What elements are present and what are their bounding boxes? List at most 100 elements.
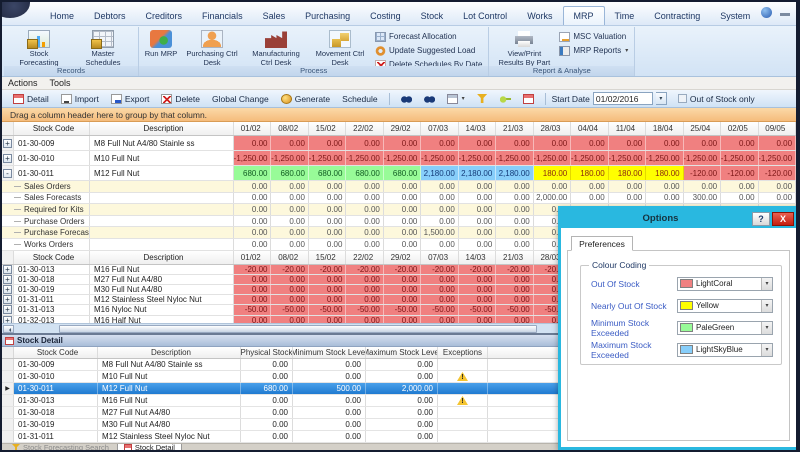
forecast-row[interactable]: +01-30-009M8 Full Nut A4/80 Stainle ss0.…	[2, 136, 796, 151]
bottom-tab-stock-forecasting-search[interactable]: Stock Forecasting Search	[6, 444, 115, 451]
filter-button[interactable]	[472, 93, 493, 105]
tab-time[interactable]: Time	[605, 7, 645, 25]
options-dialog-titlebar[interactable]: Options ? X	[561, 209, 796, 228]
stock-forecasting-button[interactable]: Stock Forecasting	[7, 28, 71, 68]
menu-tools[interactable]: Tools	[50, 78, 71, 88]
purchasing-ctrl-desk-button[interactable]: Purchasing Ctrl Desk	[180, 28, 244, 68]
movement-ctrl-desk-button[interactable]: Movement Ctrl Desk	[308, 28, 372, 68]
column-header-date[interactable]: 14/03	[459, 122, 496, 135]
import-button[interactable]: Import	[56, 93, 104, 105]
column-header-date[interactable]: 15/02	[309, 122, 346, 135]
column-header-date[interactable]: 01/02	[234, 122, 271, 135]
sd-column-header-stock-code[interactable]: Stock Code	[14, 347, 98, 358]
key-button[interactable]	[495, 93, 516, 105]
tab-system[interactable]: System	[710, 7, 760, 25]
colour-combobox[interactable]: LightCoral▾	[677, 277, 773, 291]
manufacturing-ctrl-desk-button[interactable]: Manufacturing Ctrl Desk	[244, 28, 308, 68]
expand-icon[interactable]: -	[3, 169, 12, 178]
column-header-stock-code[interactable]: Stock Code	[14, 251, 90, 264]
detail-button[interactable]: Detail	[8, 93, 54, 105]
sd-column-header-physical-stock[interactable]: Physical Stock	[241, 347, 293, 358]
sd-column-header-exceptions[interactable]: Exceptions	[438, 347, 488, 358]
tab-preferences[interactable]: Preferences	[571, 236, 633, 251]
tab-mrp[interactable]: MRP	[563, 6, 605, 25]
tab-contracting[interactable]: Contracting	[644, 7, 710, 25]
column-header-date[interactable]: 21/03	[496, 122, 533, 135]
group-by-bar[interactable]: Drag a column header here to group by th…	[2, 108, 796, 122]
expand-icon[interactable]: +	[3, 285, 12, 294]
column-header-date[interactable]: 09/05	[759, 122, 796, 135]
expand-icon[interactable]: +	[3, 265, 12, 274]
sd-column-header-description[interactable]: Description	[98, 347, 241, 358]
column-header-date[interactable]: 29/02	[384, 251, 421, 264]
column-header-date[interactable]: 22/02	[346, 122, 383, 135]
tab-stock[interactable]: Stock	[411, 7, 454, 25]
column-header-date[interactable]: 14/03	[459, 251, 496, 264]
forecast-row[interactable]: -01-30-011M12 Full Nut680.00680.00680.00…	[2, 166, 796, 181]
binoculars-button[interactable]	[396, 93, 417, 105]
detail-window-button[interactable]	[518, 93, 539, 105]
view-print-results-by-part-button[interactable]: View/Print Results By Part	[492, 28, 556, 68]
tab-costing[interactable]: Costing	[360, 7, 411, 25]
window-dropdown-button[interactable]: ▾	[442, 93, 470, 105]
column-header-description[interactable]: Description	[90, 251, 234, 264]
column-header-date[interactable]: 28/03	[534, 122, 571, 135]
run-mrp-button[interactable]: Run MRP	[142, 28, 180, 60]
update-suggested-load-button[interactable]: Update Suggested Load	[372, 44, 485, 57]
expand-icon[interactable]: +	[3, 305, 12, 314]
generate-button[interactable]: Generate	[276, 93, 335, 105]
forecast-subrow[interactable]: Sales Forecasts0.000.000.000.000.000.000…	[2, 193, 796, 205]
column-header-description[interactable]: Description	[90, 122, 234, 135]
mrp-reports-button[interactable]: MRP Reports▾	[556, 44, 631, 57]
app-menu-orb-icon[interactable]	[0, 0, 30, 18]
expand-icon[interactable]: +	[3, 295, 12, 304]
forecast-subrow[interactable]: Sales Orders0.000.000.000.000.000.000.00…	[2, 181, 796, 193]
column-header-date[interactable]: 02/05	[721, 122, 758, 135]
master-schedules-button[interactable]: Master Schedules	[71, 28, 135, 68]
chevron-down-icon[interactable]: ▾	[656, 92, 667, 105]
forecast-row[interactable]: +01-30-010M10 Full Nut-1,250.00-1,250.00…	[2, 151, 796, 166]
binoculars-alt-button[interactable]	[419, 93, 440, 105]
tab-financials[interactable]: Financials	[192, 7, 253, 25]
tab-works[interactable]: Works	[517, 7, 562, 25]
column-header-date[interactable]: 07/03	[421, 122, 458, 135]
tab-debtors[interactable]: Debtors	[84, 7, 136, 25]
column-header-date[interactable]: 07/03	[421, 251, 458, 264]
start-date-input[interactable]	[593, 92, 653, 105]
column-header-date[interactable]: 25/04	[684, 122, 721, 135]
column-header-date[interactable]: 21/03	[496, 251, 533, 264]
bottom-tab-stock-detail[interactable]: Stock Detail	[117, 444, 182, 451]
column-header-date[interactable]: 01/02	[234, 251, 271, 264]
column-header-date[interactable]: 04/04	[571, 122, 608, 135]
tab-lot-control[interactable]: Lot Control	[453, 7, 517, 25]
scroll-left-icon[interactable]	[3, 325, 14, 333]
dialog-help-button[interactable]: ?	[752, 212, 770, 226]
column-header-date[interactable]: 08/02	[271, 122, 308, 135]
tab-sales[interactable]: Sales	[253, 7, 296, 25]
export-button[interactable]: Export	[106, 93, 155, 105]
column-header-date[interactable]: 18/04	[646, 122, 683, 135]
chevron-down-icon[interactable]: ▾	[761, 322, 772, 334]
chevron-down-icon[interactable]: ▾	[761, 278, 772, 290]
delete-button[interactable]: Delete	[156, 93, 205, 105]
msc-valuation-button[interactable]: MSC Valuation	[556, 30, 631, 43]
colour-combobox[interactable]: PaleGreen▾	[677, 321, 773, 335]
colour-combobox[interactable]: LightSkyBlue▾	[677, 343, 773, 357]
column-header-date[interactable]: 15/02	[309, 251, 346, 264]
dialog-close-button[interactable]: X	[772, 212, 794, 226]
minimize-icon[interactable]	[780, 13, 790, 16]
out-of-stock-checkbox[interactable]	[678, 94, 687, 103]
tab-creditors[interactable]: Creditors	[136, 7, 193, 25]
sd-column-header-minimum-stock-level[interactable]: Minimum Stock Level	[293, 347, 366, 358]
column-header-date[interactable]: 11/04	[609, 122, 646, 135]
tab-purchasing[interactable]: Purchasing	[295, 7, 360, 25]
column-header-stock-code[interactable]: Stock Code	[14, 122, 90, 135]
chevron-down-icon[interactable]: ▾	[761, 300, 772, 312]
tab-home[interactable]: Home	[40, 7, 84, 25]
global-change-button[interactable]: Global Change	[207, 93, 274, 105]
expand-icon[interactable]: +	[3, 154, 12, 163]
chevron-down-icon[interactable]: ▾	[761, 344, 772, 356]
column-header-date[interactable]: 22/02	[346, 251, 383, 264]
menu-actions[interactable]: Actions	[8, 78, 38, 88]
help-sphere-icon[interactable]	[761, 7, 772, 18]
